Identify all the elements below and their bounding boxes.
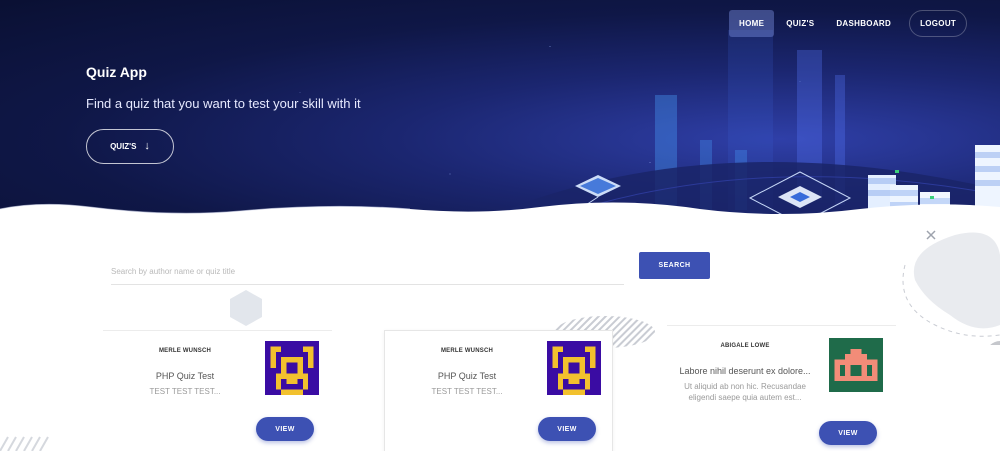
quizzes-button-label: QUIZ'S [110, 142, 137, 151]
view-quiz-button[interactable]: VIEW [256, 417, 314, 441]
nav-dashboard[interactable]: DASHBOARD [826, 10, 901, 37]
decorative-stripes-bottom-left [0, 436, 49, 451]
search-input[interactable] [111, 258, 624, 284]
hero-wave-divider [0, 202, 1000, 240]
decorative-hexagon [230, 290, 262, 326]
nav-home[interactable]: HOME [729, 10, 775, 37]
quiz-author: MERLE WUNSCH [158, 348, 212, 354]
search-button[interactable]: SEARCH [639, 252, 710, 279]
quiz-thumbnail-avatar [547, 341, 601, 395]
quizzes-scroll-button[interactable]: QUIZ'S ↓ [86, 129, 174, 164]
nav-logout[interactable]: LOGOUT [909, 10, 968, 37]
quiz-title: Labore nihil deserunt ex dolore... [679, 366, 811, 376]
quiz-thumbnail-avatar [265, 341, 319, 395]
quiz-thumbnail-avatar [829, 338, 883, 392]
quiz-description: TEST TEST TEST... [431, 387, 503, 396]
hero-subtitle: Find a quiz that you want to test your s… [86, 96, 361, 111]
quiz-card: MERLE WUNSCH PHP Quiz Test TEST TEST TES… [384, 330, 613, 451]
view-quiz-button[interactable]: VIEW [538, 417, 596, 441]
quiz-description: Ut aliquid ab non hic. Recusandae eligen… [684, 382, 806, 402]
arrow-down-icon: ↓ [144, 140, 150, 152]
quiz-card: ABIGALE LOWE Labore nihil deserunt ex do… [667, 325, 896, 451]
quiz-title: PHP Quiz Test [155, 371, 215, 381]
quiz-author: MERLE WUNSCH [440, 348, 494, 354]
app-title: Quiz App [86, 64, 147, 80]
nav-quizzes[interactable]: QUIZ'S [776, 10, 824, 37]
quiz-author: ABIGALE LOWE [720, 343, 770, 349]
decorative-blob-right [902, 230, 1000, 345]
view-quiz-button[interactable]: VIEW [819, 421, 877, 445]
search-bar [111, 258, 624, 285]
quiz-card: MERLE WUNSCH PHP Quiz Test TEST TEST TES… [103, 330, 332, 451]
top-navigation: HOME QUIZ'S DASHBOARD LOGOUT [729, 10, 969, 37]
quiz-title: PHP Quiz Test [437, 371, 497, 381]
quiz-app-page: HOME QUIZ'S DASHBOARD LOGOUT Quiz App Fi… [0, 0, 1000, 451]
quiz-description: TEST TEST TEST... [149, 387, 221, 396]
